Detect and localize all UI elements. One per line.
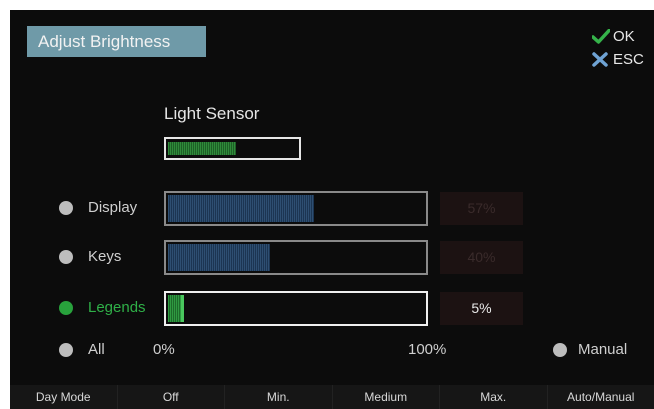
softkey-max[interactable]: Max. [439,385,547,409]
keys-brightness-fill [168,244,270,271]
keys-label: Keys [88,248,122,265]
legends-radio[interactable] [59,301,73,315]
light-sensor-label: Light Sensor [164,104,260,123]
ok-key[interactable]: OK [586,25,650,48]
manual-radio[interactable] [553,343,567,357]
softkey-auto-manual[interactable]: Auto/Manual [546,385,654,409]
all-label: All [88,341,105,358]
esc-label: ESC [613,51,644,68]
option-row-display[interactable]: Display 57% [10,190,654,226]
scale-min-label: 0% [153,341,175,358]
softkey-min[interactable]: Min. [224,385,332,409]
display-percent: 57% [440,192,523,225]
display-brightness-fill [168,195,314,222]
light-sensor-fill [168,142,236,155]
softkey-off[interactable]: Off [116,385,225,409]
softkey-medium[interactable]: Medium [331,385,440,409]
light-sensor-bar [164,137,301,160]
brightness-screen: Adjust Brightness OK ESC Light Sensor Di… [10,10,654,409]
legends-brightness-bar[interactable] [164,291,428,326]
legends-label: Legends [88,299,146,316]
option-row-keys[interactable]: Keys 40% [10,239,654,275]
manual-label: Manual [578,341,628,358]
check-icon [592,29,610,44]
softkey-bar: Day Mode Off Min. Medium Max. Auto/Manua… [10,385,654,409]
softkey-day-mode[interactable]: Day Mode [10,385,117,409]
option-row-legends[interactable]: Legends 5% [10,290,654,326]
key-legend: OK ESC [586,25,650,71]
scale-row: All 0% 100% Manual [10,338,654,362]
esc-key[interactable]: ESC [586,48,650,71]
display-brightness-bar[interactable] [164,191,428,226]
display-label: Display [88,199,138,216]
scale-max-label: 100% [408,341,447,358]
display-radio[interactable] [59,201,73,215]
ok-label: OK [613,28,635,45]
keys-brightness-bar[interactable] [164,240,428,275]
screen-title: Adjust Brightness [27,26,206,57]
keys-percent: 40% [440,241,523,274]
legends-brightness-fill [168,295,184,322]
keys-radio[interactable] [59,250,73,264]
legends-percent: 5% [440,292,523,325]
all-radio[interactable] [59,343,73,357]
x-icon [592,52,608,67]
